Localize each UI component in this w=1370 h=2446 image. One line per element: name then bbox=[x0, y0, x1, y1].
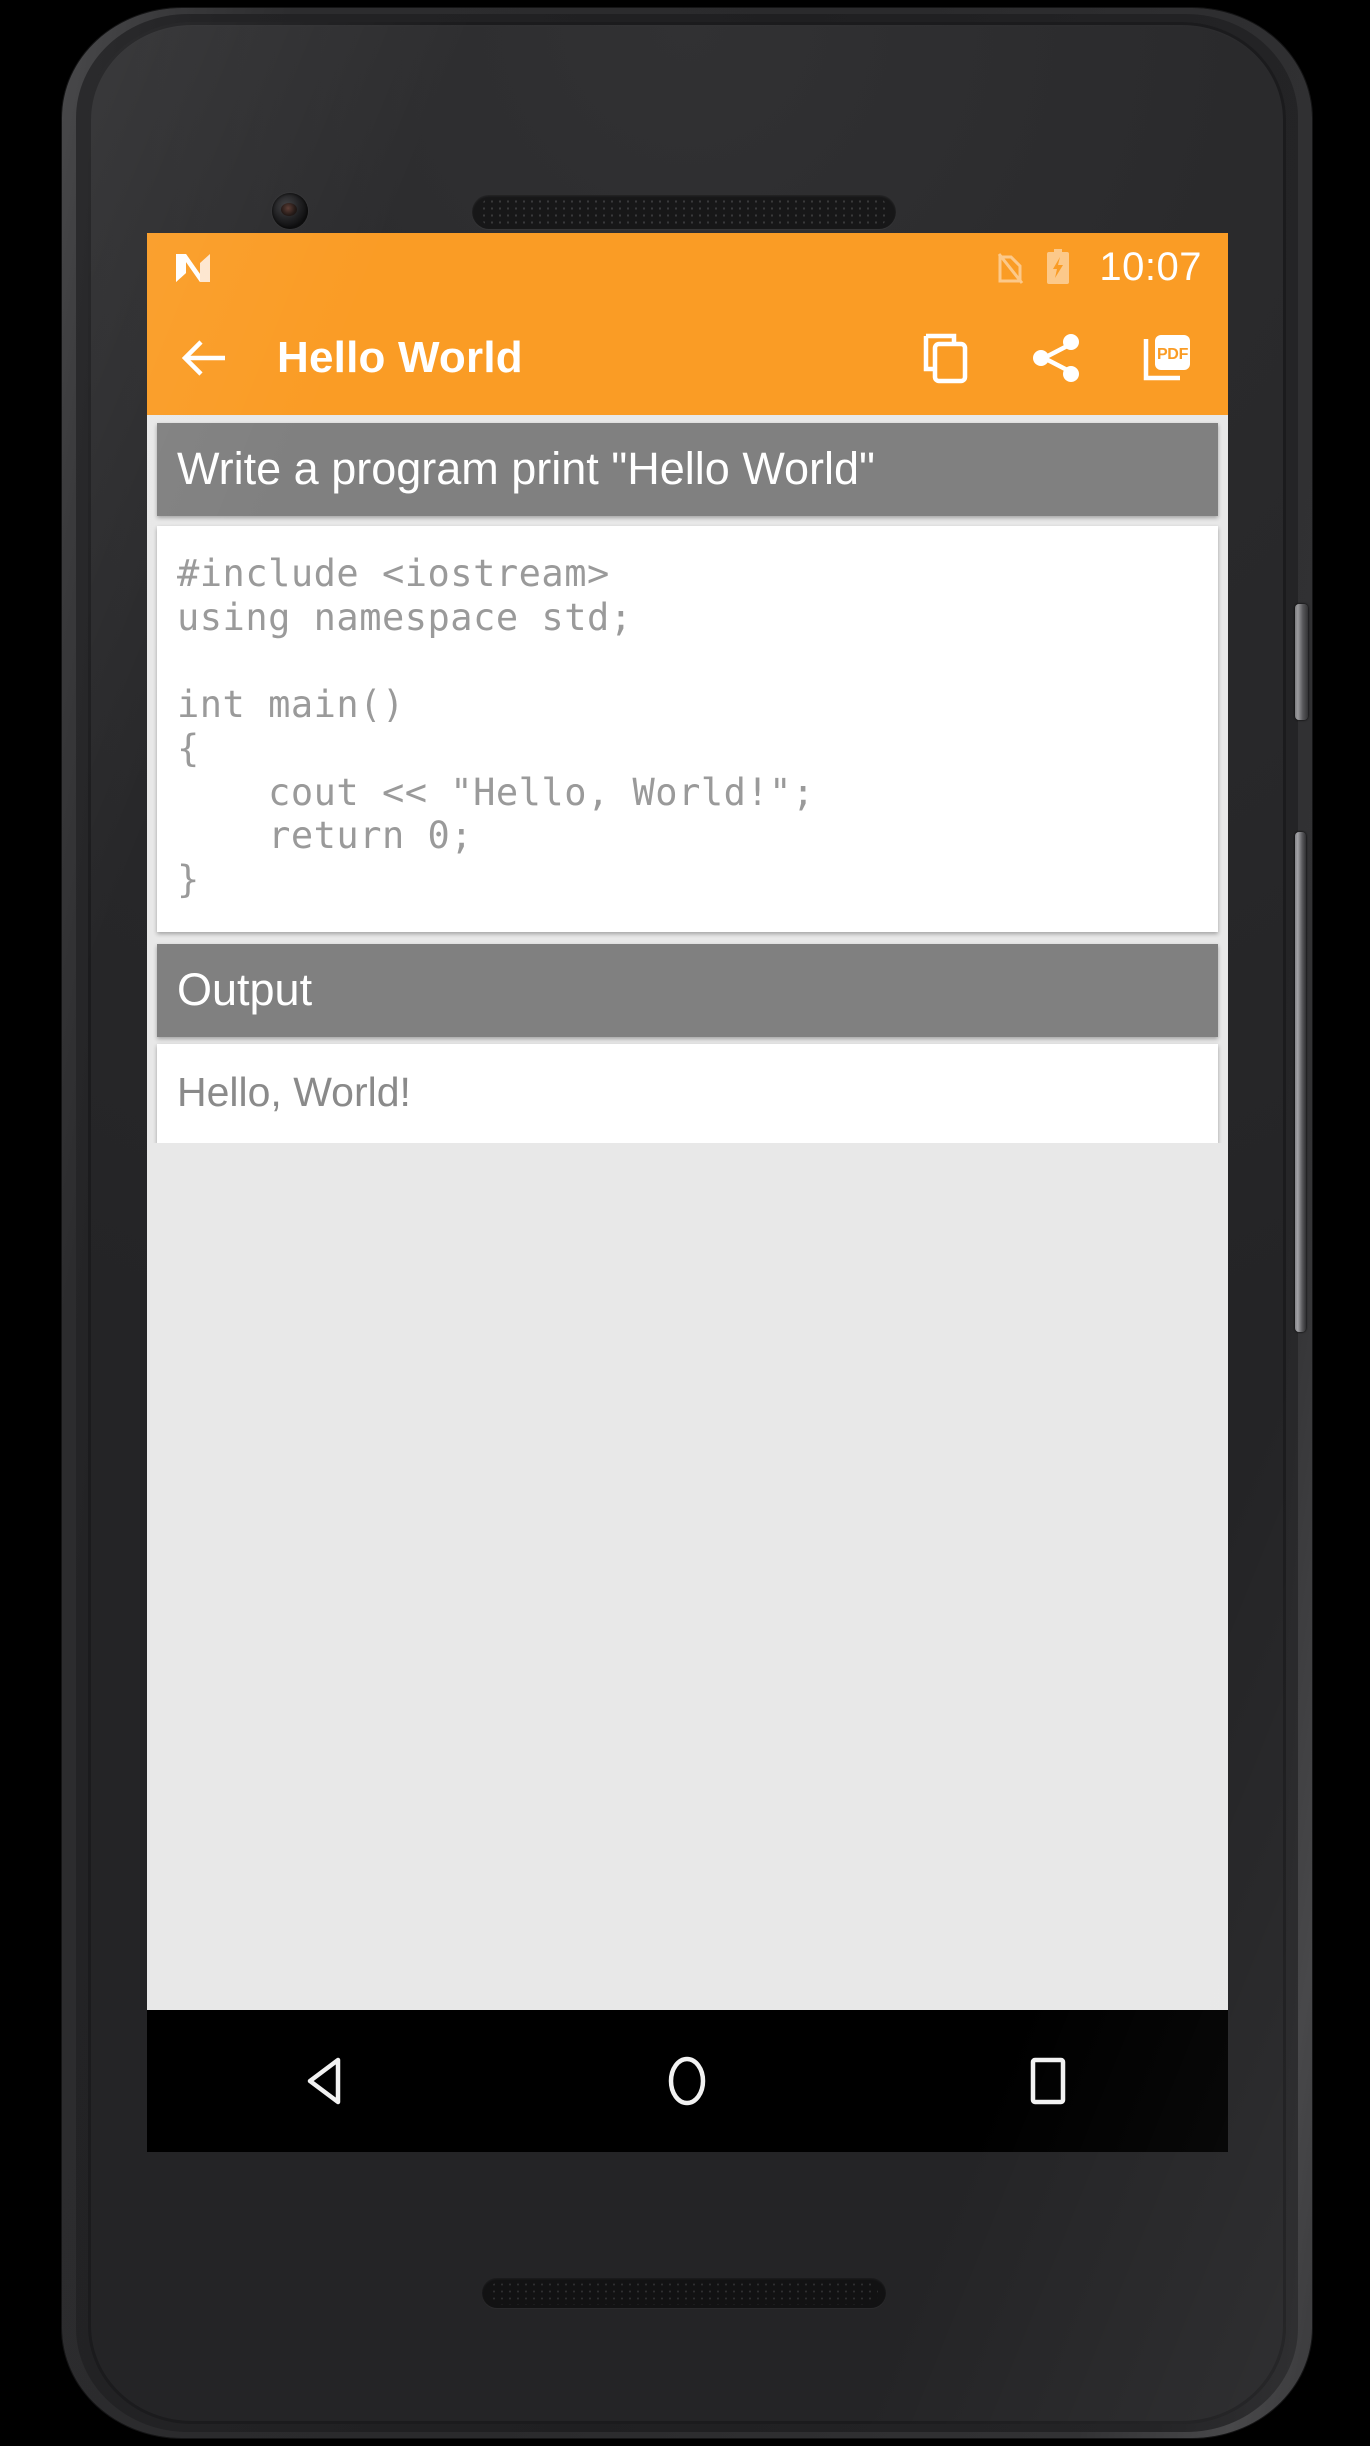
content-empty-space bbox=[147, 1142, 1228, 2010]
nav-back-icon[interactable] bbox=[267, 2010, 387, 2152]
nav-home-icon[interactable] bbox=[627, 2010, 747, 2152]
code-card-body: #include <iostream> using namespace std;… bbox=[157, 526, 1218, 932]
android-navigation-bar bbox=[147, 2010, 1228, 2152]
svg-text:PDF: PDF bbox=[1157, 346, 1189, 363]
page-title: Hello World bbox=[277, 333, 523, 382]
output-value-card: Hello, World! bbox=[157, 1043, 1218, 1143]
code-block[interactable]: #include <iostream> using namespace std;… bbox=[177, 552, 1198, 901]
android-n-logo-icon bbox=[173, 245, 213, 289]
screenshot-stage: 10:07 Hello World PDF Write a program pr… bbox=[0, 0, 1370, 2446]
battery-charging-icon bbox=[1045, 249, 1071, 285]
code-card: #include <iostream> using namespace std;… bbox=[157, 526, 1218, 932]
nav-recents-icon[interactable] bbox=[988, 2010, 1108, 2152]
bottom-speaker-grille bbox=[482, 2278, 886, 2308]
output-card: Output bbox=[157, 943, 1218, 1037]
status-bar-clock: 10:07 bbox=[1099, 245, 1202, 289]
output-header: Output bbox=[157, 943, 1218, 1037]
output-text: Hello, World! bbox=[177, 1068, 411, 1115]
status-bar: 10:07 bbox=[147, 233, 1228, 301]
copy-icon[interactable] bbox=[920, 331, 974, 385]
earpiece-speaker-grille bbox=[472, 195, 896, 229]
output-card-body: Hello, World! bbox=[157, 1043, 1218, 1143]
content-scroll-area[interactable]: Write a program print "Hello World" #inc… bbox=[147, 415, 1228, 2010]
question-header: Write a program print "Hello World" bbox=[157, 423, 1218, 517]
phone-screen: 10:07 Hello World PDF Write a program pr… bbox=[147, 233, 1228, 2152]
status-icons-group: 10:07 bbox=[997, 247, 1202, 287]
power-button[interactable] bbox=[1295, 604, 1308, 720]
app-bar-actions: PDF bbox=[920, 331, 1194, 385]
front-camera bbox=[272, 193, 308, 229]
app-bar: Hello World PDF bbox=[147, 301, 1228, 415]
back-arrow-icon[interactable] bbox=[177, 330, 233, 386]
share-icon[interactable] bbox=[1030, 331, 1084, 385]
pdf-icon[interactable]: PDF bbox=[1140, 331, 1194, 385]
question-card: Write a program print "Hello World" bbox=[157, 423, 1218, 517]
no-sim-icon bbox=[997, 250, 1024, 284]
volume-rocker-button[interactable] bbox=[1295, 832, 1306, 1332]
